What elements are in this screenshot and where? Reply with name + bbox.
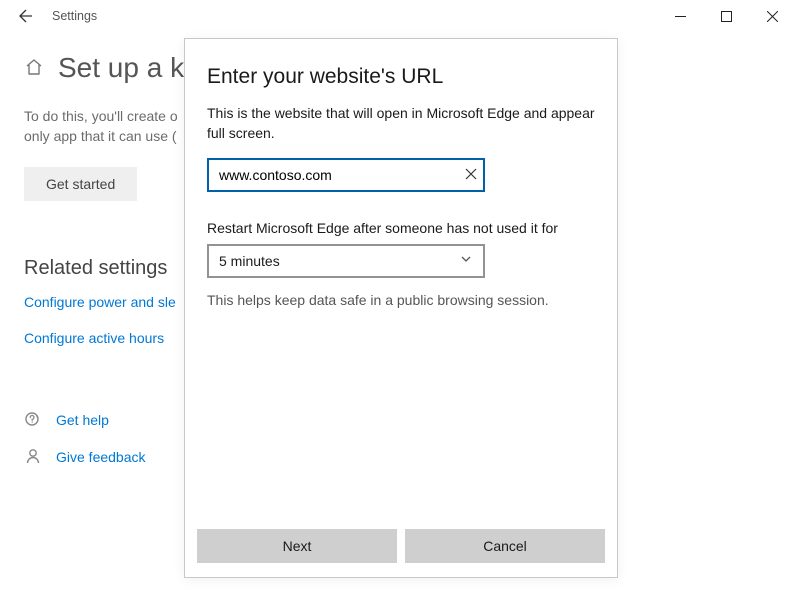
home-icon — [24, 57, 44, 80]
url-input[interactable] — [207, 158, 485, 192]
clear-input-button[interactable] — [465, 167, 477, 183]
give-feedback-link[interactable]: Give feedback — [56, 449, 146, 465]
dialog-description: This is the website that will open in Mi… — [207, 103, 595, 144]
feedback-icon — [24, 447, 42, 468]
maximize-icon — [721, 11, 732, 22]
close-button[interactable] — [749, 0, 795, 32]
next-button[interactable]: Next — [197, 529, 397, 563]
url-dialog: Enter your website's URL This is the web… — [184, 38, 618, 578]
x-icon — [465, 168, 477, 180]
back-button[interactable] — [8, 0, 44, 32]
dialog-title: Enter your website's URL — [207, 65, 595, 89]
restart-timeout-select[interactable]: 5 minutes — [207, 244, 485, 278]
maximize-button[interactable] — [703, 0, 749, 32]
restart-label: Restart Microsoft Edge after someone has… — [207, 220, 595, 236]
cancel-button[interactable]: Cancel — [405, 529, 605, 563]
window-title: Settings — [52, 9, 97, 23]
close-icon — [767, 11, 778, 22]
get-help-link[interactable]: Get help — [56, 412, 109, 428]
get-started-button[interactable]: Get started — [24, 167, 137, 201]
chevron-down-icon — [459, 252, 473, 269]
minimize-icon — [675, 11, 686, 22]
configure-active-hours-link[interactable]: Configure active hours — [24, 330, 164, 346]
helper-text: This helps keep data safe in a public br… — [207, 292, 595, 308]
select-value: 5 minutes — [219, 253, 280, 269]
arrow-left-icon — [18, 8, 34, 24]
minimize-button[interactable] — [657, 0, 703, 32]
configure-power-link[interactable]: Configure power and sle — [24, 294, 176, 310]
titlebar: Settings — [0, 0, 795, 32]
page-title: Set up a k — [58, 52, 184, 84]
help-icon — [24, 410, 42, 431]
window-controls — [657, 0, 795, 32]
